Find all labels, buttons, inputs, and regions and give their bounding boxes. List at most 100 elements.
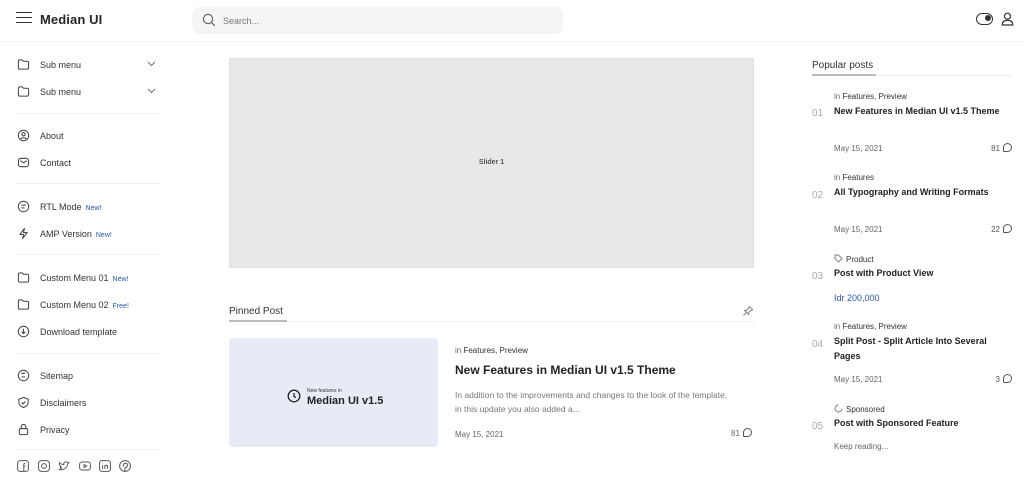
lightning-icon bbox=[19, 227, 28, 240]
sidebar-item-amp-version[interactable]: AMP Version New! bbox=[0, 225, 176, 245]
sidebar-item-label: Download template bbox=[40, 327, 118, 337]
post-comments[interactable]: 81 bbox=[991, 143, 1012, 153]
sidebar-divider bbox=[16, 113, 160, 114]
pinned-post-title[interactable]: New Features in Median UI v1.5 Theme bbox=[455, 363, 676, 377]
sidebar-divider bbox=[16, 254, 160, 255]
sidebar-item-label: RTL Mode New! bbox=[40, 202, 102, 212]
chevron-down-icon bbox=[147, 61, 156, 67]
pinned-post-category: in Features, Preview bbox=[455, 346, 528, 355]
sidebar-item-sub-menu-2[interactable]: Sub menu bbox=[0, 83, 176, 103]
thumbnail-subtitle: New features in bbox=[307, 388, 342, 394]
twitter-icon[interactable] bbox=[58, 459, 70, 471]
post-category: Product bbox=[834, 254, 874, 264]
sidebar-item-sub-menu-1[interactable]: Sub menu bbox=[0, 56, 176, 76]
post-rank: 04 bbox=[812, 339, 824, 350]
sidebar-item-sitemap[interactable]: Sitemap bbox=[0, 367, 176, 387]
sidebar-divider bbox=[16, 449, 160, 450]
post-title[interactable]: Post with Product View bbox=[834, 266, 1004, 281]
sidebar-item-privacy[interactable]: Privacy bbox=[0, 421, 176, 441]
slider-caption: Slider 1 bbox=[478, 159, 505, 166]
search-icon bbox=[202, 13, 216, 27]
post-rank: 02 bbox=[812, 190, 824, 201]
site-brand[interactable]: Median UI bbox=[40, 12, 102, 27]
pinned-post-date: May 15, 2021 bbox=[455, 430, 504, 439]
pinned-post-comments[interactable]: 81 bbox=[731, 428, 752, 438]
sidebar-item-label: Sitemap bbox=[40, 371, 74, 381]
instagram-icon[interactable] bbox=[38, 459, 50, 472]
search-bar[interactable] bbox=[192, 7, 563, 34]
section-divider bbox=[812, 74, 1012, 76]
sidebar-item-label: Custom Menu 02 Free! bbox=[40, 300, 129, 310]
user-icon[interactable] bbox=[1001, 12, 1014, 26]
post-comments[interactable]: 3 bbox=[996, 374, 1012, 384]
keep-reading-link[interactable]: Keep reading... bbox=[834, 442, 888, 451]
sidebar-item-custom-menu-02[interactable]: Custom Menu 02 Free! bbox=[0, 296, 176, 316]
sidebar-item-disclaimers[interactable]: Disclaimers bbox=[0, 394, 176, 414]
new-badge: New! bbox=[112, 276, 129, 283]
post-title[interactable]: Post with Sponsored Feature bbox=[834, 416, 1004, 431]
sidebar-item-label: About bbox=[40, 131, 64, 141]
post-category: in Features, Preview bbox=[834, 322, 907, 331]
sponsored-icon bbox=[834, 404, 843, 413]
comment-icon bbox=[1003, 143, 1012, 152]
pinned-post-thumbnail[interactable]: New features in Median UI v1.5 bbox=[229, 338, 438, 447]
post-title[interactable]: New Features in Median UI v1.5 Theme bbox=[834, 104, 1004, 119]
pinned-post-snippet: In addition to the improvements and chan… bbox=[455, 390, 728, 414]
post-category: in Features, Preview bbox=[834, 92, 907, 101]
sidebar-item-label: Sub menu bbox=[40, 60, 82, 70]
tag-icon bbox=[834, 254, 843, 263]
sitemap-icon bbox=[17, 369, 30, 382]
free-badge: Free! bbox=[112, 303, 129, 310]
folder-icon bbox=[17, 299, 30, 310]
comment-icon bbox=[1003, 224, 1012, 233]
sidebar-item-label: AMP Version New! bbox=[40, 229, 112, 239]
post-title[interactable]: Split Post - Split Article Into Several … bbox=[834, 334, 1004, 363]
post-date: May 15, 2021 bbox=[834, 375, 883, 384]
post-rank: 01 bbox=[812, 108, 824, 119]
sidebar-item-label: Sub menu bbox=[40, 87, 82, 97]
facebook-icon[interactable] bbox=[17, 459, 29, 472]
hamburger-menu-icon[interactable] bbox=[16, 12, 32, 28]
chevron-down-icon bbox=[147, 88, 156, 94]
sidebar-item-custom-menu-01[interactable]: Custom Menu 01 New! bbox=[0, 269, 176, 289]
comment-icon bbox=[742, 428, 752, 437]
post-comments[interactable]: 22 bbox=[991, 224, 1012, 234]
linkedin-icon[interactable] bbox=[99, 459, 111, 472]
comment-icon bbox=[1003, 374, 1012, 383]
post-title[interactable]: All Typography and Writing Formats bbox=[834, 185, 1004, 200]
dark-mode-toggle[interactable] bbox=[976, 13, 993, 25]
folder-icon bbox=[17, 86, 30, 97]
sidebar-item-label: Custom Menu 01 New! bbox=[40, 273, 129, 283]
search-input[interactable] bbox=[223, 11, 543, 30]
lock-icon bbox=[18, 423, 29, 436]
sidebar-item-label: Disclaimers bbox=[40, 398, 87, 408]
sidebar-item-rtl-mode[interactable]: RTL Mode New! bbox=[0, 198, 176, 218]
youtube-icon[interactable] bbox=[79, 459, 91, 471]
post-category: Sponsored bbox=[834, 404, 885, 414]
thumbnail-title: Median UI v1.5 bbox=[307, 395, 384, 407]
mail-icon bbox=[17, 157, 30, 168]
pin-icon[interactable] bbox=[742, 305, 754, 317]
sidebar-divider bbox=[16, 353, 160, 354]
post-date: May 15, 2021 bbox=[834, 225, 883, 234]
sidebar-item-contact[interactable]: Contact bbox=[0, 154, 176, 174]
popular-posts-heading: Popular posts bbox=[812, 60, 874, 71]
clock-icon bbox=[287, 389, 301, 403]
pinterest-icon[interactable] bbox=[119, 459, 131, 472]
sidebar-item-label: Privacy bbox=[40, 425, 70, 435]
person-icon bbox=[17, 129, 30, 142]
sidebar: Sub menu Sub menu About Contact RTL Mode… bbox=[0, 43, 176, 479]
download-icon bbox=[17, 325, 30, 338]
product-price: Idr 200,000 bbox=[834, 293, 880, 303]
post-category: in Features bbox=[834, 173, 875, 182]
sidebar-item-download-template[interactable]: Download template bbox=[0, 323, 176, 343]
post-date: May 15, 2021 bbox=[834, 144, 883, 153]
new-badge: New! bbox=[85, 205, 102, 212]
shield-icon bbox=[18, 396, 29, 409]
section-divider bbox=[229, 320, 754, 322]
category-link[interactable]: Features, Preview bbox=[463, 346, 527, 355]
hero-slider[interactable]: Slider 1 bbox=[229, 58, 754, 268]
sidebar-item-about[interactable]: About bbox=[0, 127, 176, 147]
post-rank: 05 bbox=[812, 421, 824, 432]
rtl-icon bbox=[17, 200, 30, 213]
